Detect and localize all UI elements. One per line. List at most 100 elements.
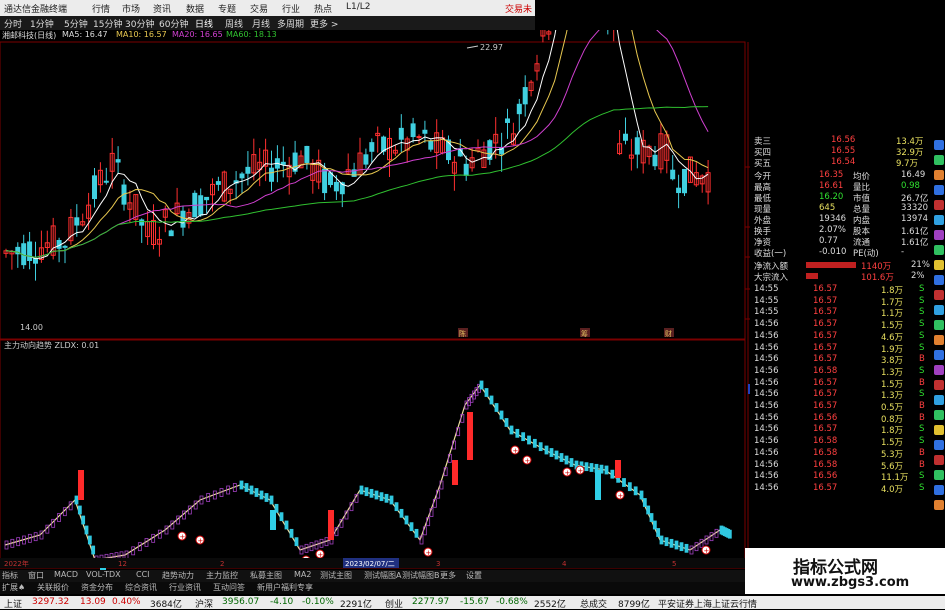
sidebar-tool-icon[interactable] xyxy=(934,500,944,510)
tick-price: 16.57 xyxy=(813,295,838,306)
trade-button[interactable]: 交易未 xyxy=(505,2,532,15)
period-5min[interactable]: 5分钟 xyxy=(64,17,88,30)
candle-body xyxy=(62,245,68,248)
indicator-tab[interactable]: 指标 xyxy=(2,570,18,581)
indicator-tab[interactable]: VOL-TDX xyxy=(86,570,121,579)
extension-tab[interactable]: 综合资讯 xyxy=(125,582,157,593)
candle-body xyxy=(245,166,251,174)
event-marker-label: 筹 xyxy=(581,329,588,338)
tick-price: 16.57 xyxy=(813,401,838,411)
menu-industry[interactable]: 行业 xyxy=(282,2,300,15)
sidebar-tool-icon[interactable] xyxy=(934,155,944,165)
indicator-bar xyxy=(244,483,249,492)
indicator-tab[interactable]: 主力监控 xyxy=(206,570,238,581)
indicator-tab[interactable]: 趋势动力 xyxy=(162,570,194,581)
quote-value: 0.98 xyxy=(901,181,920,191)
period-monthly[interactable]: 月线 xyxy=(252,17,270,30)
menu-topics[interactable]: 专题 xyxy=(218,2,236,15)
buy-signal-glyph: + xyxy=(513,447,519,455)
tick-volume: 1.1万 xyxy=(881,309,904,320)
ma5-line xyxy=(5,30,709,260)
sidebar-tool-icon[interactable] xyxy=(934,335,944,345)
sidebar-tool-icon[interactable] xyxy=(934,320,944,330)
indicator-tab[interactable]: 私募主图 xyxy=(250,570,282,581)
period-15min[interactable]: 15分钟 xyxy=(93,17,122,30)
indicator-tab[interactable]: 设置 xyxy=(466,570,482,581)
extension-tab[interactable]: 关联报价 xyxy=(37,582,69,593)
ma10-line xyxy=(5,30,709,258)
sidebar-tool-icon[interactable] xyxy=(934,395,944,405)
indicator-bar xyxy=(649,513,654,522)
sidebar-tool-icon[interactable] xyxy=(934,470,944,480)
candle-body xyxy=(180,210,186,228)
menu-market-quotes[interactable]: 行情 xyxy=(92,2,110,15)
candle-body xyxy=(168,230,174,237)
indicator-tab[interactable]: 测试幅图A xyxy=(364,570,401,581)
period-weekly[interactable]: 周线 xyxy=(225,17,243,30)
extension-tab[interactable]: 行业资讯 xyxy=(169,582,201,593)
extension-tab[interactable]: 互动问答 xyxy=(213,582,245,593)
tick-volume: 5.6万 xyxy=(881,461,904,472)
indicator-bar xyxy=(538,442,543,452)
menu-news[interactable]: 资讯 xyxy=(153,2,171,15)
sidebar-tool-icon[interactable] xyxy=(934,140,944,150)
period-more[interactable]: 更多 > xyxy=(310,17,338,30)
sidebar-tool-icon[interactable] xyxy=(934,305,944,315)
sidebar-tool-icon[interactable] xyxy=(934,455,944,465)
candle-body xyxy=(398,127,404,140)
period-60min[interactable]: 60分钟 xyxy=(159,17,188,30)
indicator-bar xyxy=(504,418,509,427)
extension-tab[interactable]: 新用户福利专享 xyxy=(257,582,313,593)
tick-time: 14:56 xyxy=(754,447,779,458)
indicator-tab[interactable]: 测试主图 xyxy=(320,570,352,581)
menu-data[interactable]: 数据 xyxy=(186,2,204,15)
sidebar-tool-icon[interactable] xyxy=(934,485,944,495)
candle-body xyxy=(322,168,328,194)
menu-trade[interactable]: 交易 xyxy=(250,2,268,15)
tick-row: 14:56 16.57 1.5万 S xyxy=(751,319,931,332)
period-multi[interactable]: 多周期 xyxy=(277,17,304,30)
sidebar-tool-icon[interactable] xyxy=(934,200,944,210)
sidebar-tool-icon[interactable] xyxy=(934,260,944,270)
tick-time: 14:56 xyxy=(754,365,779,376)
tick-side: B xyxy=(919,447,925,458)
sidebar-tool-icon[interactable] xyxy=(934,230,944,240)
candle-body xyxy=(676,187,682,194)
extension-tab[interactable]: 扩展♠ xyxy=(2,582,25,593)
sidebar-tool-icon[interactable] xyxy=(934,440,944,450)
period-1min[interactable]: 1分钟 xyxy=(30,17,54,30)
sidebar-tool-icon[interactable] xyxy=(934,275,944,285)
indicator-tab[interactable]: 窗口 xyxy=(28,570,44,581)
tick-price: 16.58 xyxy=(813,459,838,470)
quote-value: 2.07% xyxy=(819,225,847,235)
sidebar-tool-icon[interactable] xyxy=(934,365,944,375)
sidebar-tool-icon[interactable] xyxy=(934,170,944,180)
extension-tab[interactable]: 资金分布 xyxy=(81,582,113,593)
menu-hotspot[interactable]: 热点 xyxy=(314,2,332,15)
menu-market[interactable]: 市场 xyxy=(122,2,140,15)
period-30min[interactable]: 30分钟 xyxy=(125,17,154,30)
tick-side: B xyxy=(919,377,925,388)
indicator-tab[interactable]: 测试幅图B xyxy=(402,570,440,581)
period-daily[interactable]: 日线 xyxy=(195,17,213,30)
sidebar-tool-icon[interactable] xyxy=(934,425,944,435)
sidebar-tool-icon[interactable] xyxy=(934,290,944,300)
indicator-tab[interactable]: MA2 xyxy=(294,570,311,579)
sidebar-tool-icon[interactable] xyxy=(934,215,944,225)
tick-volume: 1.8万 xyxy=(881,426,904,437)
indicator-bar xyxy=(294,537,299,547)
chart-area[interactable]: 18.0017.0016.0015.0014.0022.9714.00陈筹财 主… xyxy=(0,30,750,570)
period-timeshare[interactable]: 分时 xyxy=(4,17,22,30)
sidebar-tool-icon[interactable] xyxy=(934,245,944,255)
indicator-tab[interactable]: 更多 xyxy=(440,570,456,581)
sidebar-tool-icon[interactable] xyxy=(934,185,944,195)
sidebar-tool-icon[interactable] xyxy=(934,410,944,420)
tick-volume: 1.5万 xyxy=(881,321,904,332)
tick-row: 14:56 16.57 0.5万 B xyxy=(751,401,931,413)
indicator-bar xyxy=(652,520,657,530)
indicator-tab[interactable]: CCI xyxy=(136,570,150,579)
sidebar-tool-icon[interactable] xyxy=(934,350,944,360)
sidebar-tool-icon[interactable] xyxy=(934,380,944,390)
indicator-tab[interactable]: MACD xyxy=(54,570,78,579)
indicator-bar xyxy=(622,478,626,487)
